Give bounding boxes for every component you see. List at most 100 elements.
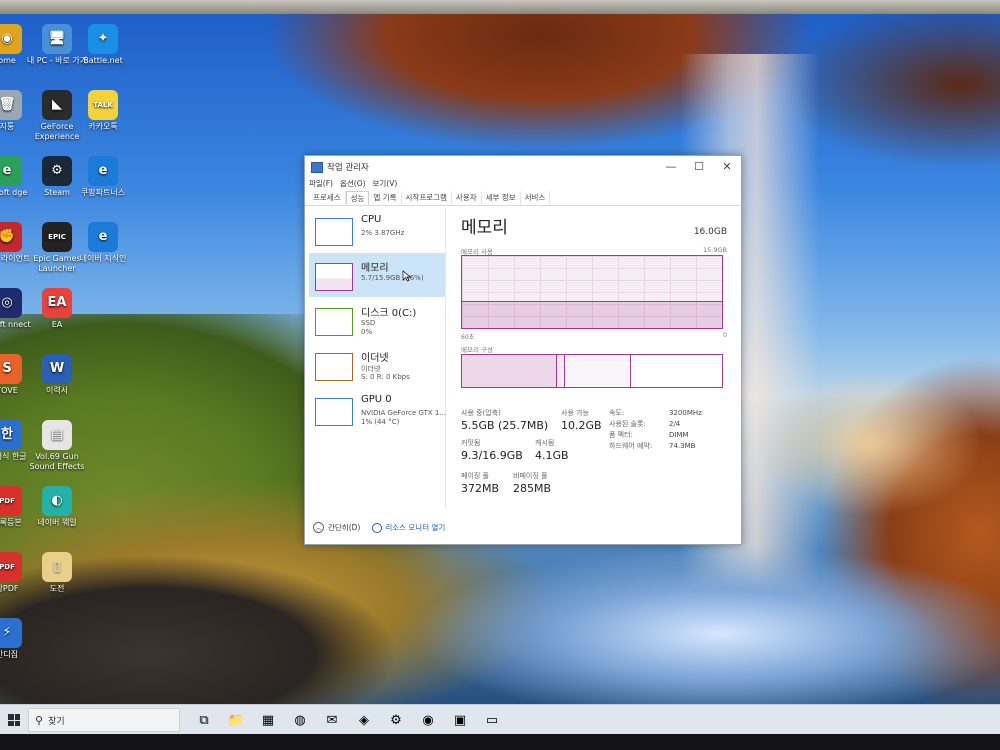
tab-details[interactable]: 세부 정보: [482, 191, 521, 205]
sidebar-item-disk[interactable]: 디스크 0(C:) SSD 0%: [309, 298, 445, 342]
spec-value: 3200MHz: [669, 409, 702, 417]
menu-view[interactable]: 보기(V): [373, 178, 398, 191]
desktop-icon[interactable]: ◐ 네이버 웨일: [22, 486, 92, 528]
search-placeholder: 찾기: [48, 716, 65, 727]
app-icon: ◐: [42, 486, 72, 516]
menu-options[interactable]: 옵션(O): [340, 178, 366, 191]
menu-file[interactable]: 파일(F): [309, 178, 333, 191]
window-title: 작업 관리자: [327, 163, 369, 173]
taskbar-app-icon[interactable]: ▣: [444, 705, 476, 735]
composition-in-use: [462, 355, 557, 387]
spec-key: 폼 팩터:: [609, 431, 633, 439]
memory-spec-list: 속도: 3200MHz 사용된 슬롯: 2/4 폼 팩터: DIMM 하드웨어 예약:…: [609, 408, 729, 452]
spec-value: 2/4: [669, 420, 681, 428]
app-icon: ◎: [0, 288, 22, 318]
title-bar[interactable]: 작업 관리자 — ☐ ✕: [305, 156, 741, 178]
app-icon: ✦: [88, 24, 118, 54]
taskbar-app-icon[interactable]: ▭: [476, 705, 508, 735]
usage-graph-max: 15.9GB: [703, 246, 727, 254]
minimize-icon[interactable]: —: [657, 156, 685, 178]
fewer-details-link[interactable]: 간단히(D): [328, 522, 360, 533]
app-icon: 한: [0, 420, 22, 450]
stat-committed-value: 9.3/16.9GB: [461, 449, 523, 462]
taskbar-app-icon[interactable]: ◉: [412, 705, 444, 735]
desktop-icon-label: 이력서: [45, 386, 69, 395]
sidebar-item-gpu[interactable]: GPU 0 NVIDIA GeForce GTX 1... 1% (44 °C): [309, 388, 446, 432]
sidebar-thumbnail-graph: [315, 308, 353, 336]
app-icon: e: [88, 156, 118, 186]
stat-nonpaged-pool: 비페이징 풀 285MB: [513, 471, 551, 495]
stat-paged-label: 페이징 풀: [461, 472, 489, 480]
desktop-icon[interactable]: EA EA: [22, 288, 92, 330]
resource-monitor-label: 리소스 모니터 열기: [385, 523, 446, 532]
memory-composition-bar: [461, 354, 723, 388]
tab-app-history[interactable]: 앱 기록: [369, 191, 402, 205]
tab-services[interactable]: 서비스: [521, 191, 551, 205]
stat-cached-value: 4.1GB: [535, 449, 569, 462]
taskbar-app-icon[interactable]: ◈: [348, 705, 380, 735]
sidebar-item-subdetail: S: 0 R: 0 Kbps: [361, 373, 410, 381]
sidebar-item-name: 메모리: [361, 263, 389, 274]
chevron-up-icon[interactable]: ︿: [313, 522, 324, 533]
performance-sidebar: CPU 2% 3.87GHz 메모리 5.7/15.9GB (36%) 디스크 0(C:…: [309, 208, 446, 508]
spec-key: 하드웨어 예약:: [609, 442, 653, 450]
taskbar-app-icon[interactable]: ▦: [252, 705, 284, 735]
desktop-icon[interactable]: e 네이버 지식인: [68, 222, 138, 264]
close-icon[interactable]: ✕: [713, 156, 741, 178]
wallpaper-water: [390, 544, 1000, 706]
desktop-icon[interactable]: ▤ Vol.69 Gun Sound Effects: [22, 420, 92, 472]
memory-usage-graph: [461, 255, 723, 329]
sidebar-thumbnail-graph: [315, 218, 353, 246]
stat-cached: 캐시됨 4.1GB: [535, 438, 569, 462]
stat-in-use-value: 5.5GB (25.7MB): [461, 419, 549, 432]
spec-row-slots: 사용된 슬롯: 2/4: [609, 419, 729, 430]
tab-users[interactable]: 사용자: [452, 191, 482, 205]
sidebar-thumbnail-graph: [315, 398, 353, 426]
desktop-icon[interactable]: ▯ 도전: [22, 552, 92, 594]
app-icon: PDF: [0, 552, 22, 582]
taskbar-app-icon[interactable]: 📁: [220, 705, 252, 735]
wallpaper-sun-glow: [740, 354, 1000, 554]
sidebar-item-cpu[interactable]: CPU 2% 3.87GHz: [309, 208, 445, 252]
stat-in-use: 사용 중(압축) 5.5GB (25.7MB): [461, 408, 548, 432]
tab-performance[interactable]: 성능: [345, 191, 370, 205]
desktop-icon[interactable]: W 이력서: [22, 354, 92, 396]
spec-row-form-factor: 폼 팩터: DIMM: [609, 430, 729, 441]
sidebar-item-name: 디스크 0(C:): [361, 308, 417, 319]
stat-in-use-label: 사용 중(압축): [461, 409, 501, 417]
stat-paged-value: 372MB: [461, 482, 500, 495]
desktop-icon[interactable]: ✦ Battle.net: [68, 24, 138, 66]
app-icon: 🗑: [0, 90, 22, 120]
graph-axis-right: 0: [723, 332, 727, 339]
app-icon: e: [88, 222, 118, 252]
app-icon: ▯: [42, 552, 72, 582]
taskbar-app-icon[interactable]: ✉: [316, 705, 348, 735]
tab-processes[interactable]: 프로세스: [309, 191, 346, 205]
desktop-icon[interactable]: TALK 카카오톡: [68, 90, 138, 132]
taskbar-app-icon[interactable]: ◍: [284, 705, 316, 735]
taskbar-app-icon[interactable]: ⧉: [188, 705, 220, 735]
app-icon: ◉: [0, 24, 22, 54]
taskbar-search-box[interactable]: ⚲ 찾기: [28, 708, 180, 732]
sidebar-item-eth[interactable]: 이더넷 이더넷 S: 0 R: 0 Kbps: [309, 343, 445, 387]
memory-usage-fill: [462, 301, 722, 328]
tab-startup[interactable]: 시작프로그램: [402, 191, 452, 205]
sidebar-thumbnail-graph: [315, 353, 353, 381]
spec-key: 속도:: [609, 409, 625, 417]
app-icon: PDF: [0, 486, 22, 516]
desktop-icon-label: 네이버 지식인: [79, 254, 127, 263]
sidebar-item-mem[interactable]: 메모리 5.7/15.9GB (36%): [309, 253, 445, 297]
spec-row-hw-reserved: 하드웨어 예약: 74.3MB: [609, 441, 729, 452]
app-icon: EA: [42, 288, 72, 318]
sidebar-item-detail: SSD: [361, 319, 376, 327]
maximize-icon[interactable]: ☐: [685, 156, 713, 178]
monitor-bezel-bottom: [0, 734, 1000, 750]
resource-monitor-link[interactable]: 리소스 모니터 열기: [372, 522, 445, 533]
taskbar-app-icon[interactable]: ⚙: [380, 705, 412, 735]
desktop-icon[interactable]: ⚡ 칸디집: [0, 618, 42, 660]
spec-value: 74.3MB: [669, 442, 696, 450]
desktop-icon[interactable]: e 쿠팡파트너스: [68, 156, 138, 198]
start-button[interactable]: [0, 705, 28, 735]
panel-heading: 메모리: [461, 218, 508, 238]
task-manager-window[interactable]: 작업 관리자 — ☐ ✕ 파일(F) 옵션(O) 보기(V) 프로세스 성능 앱…: [304, 155, 742, 545]
